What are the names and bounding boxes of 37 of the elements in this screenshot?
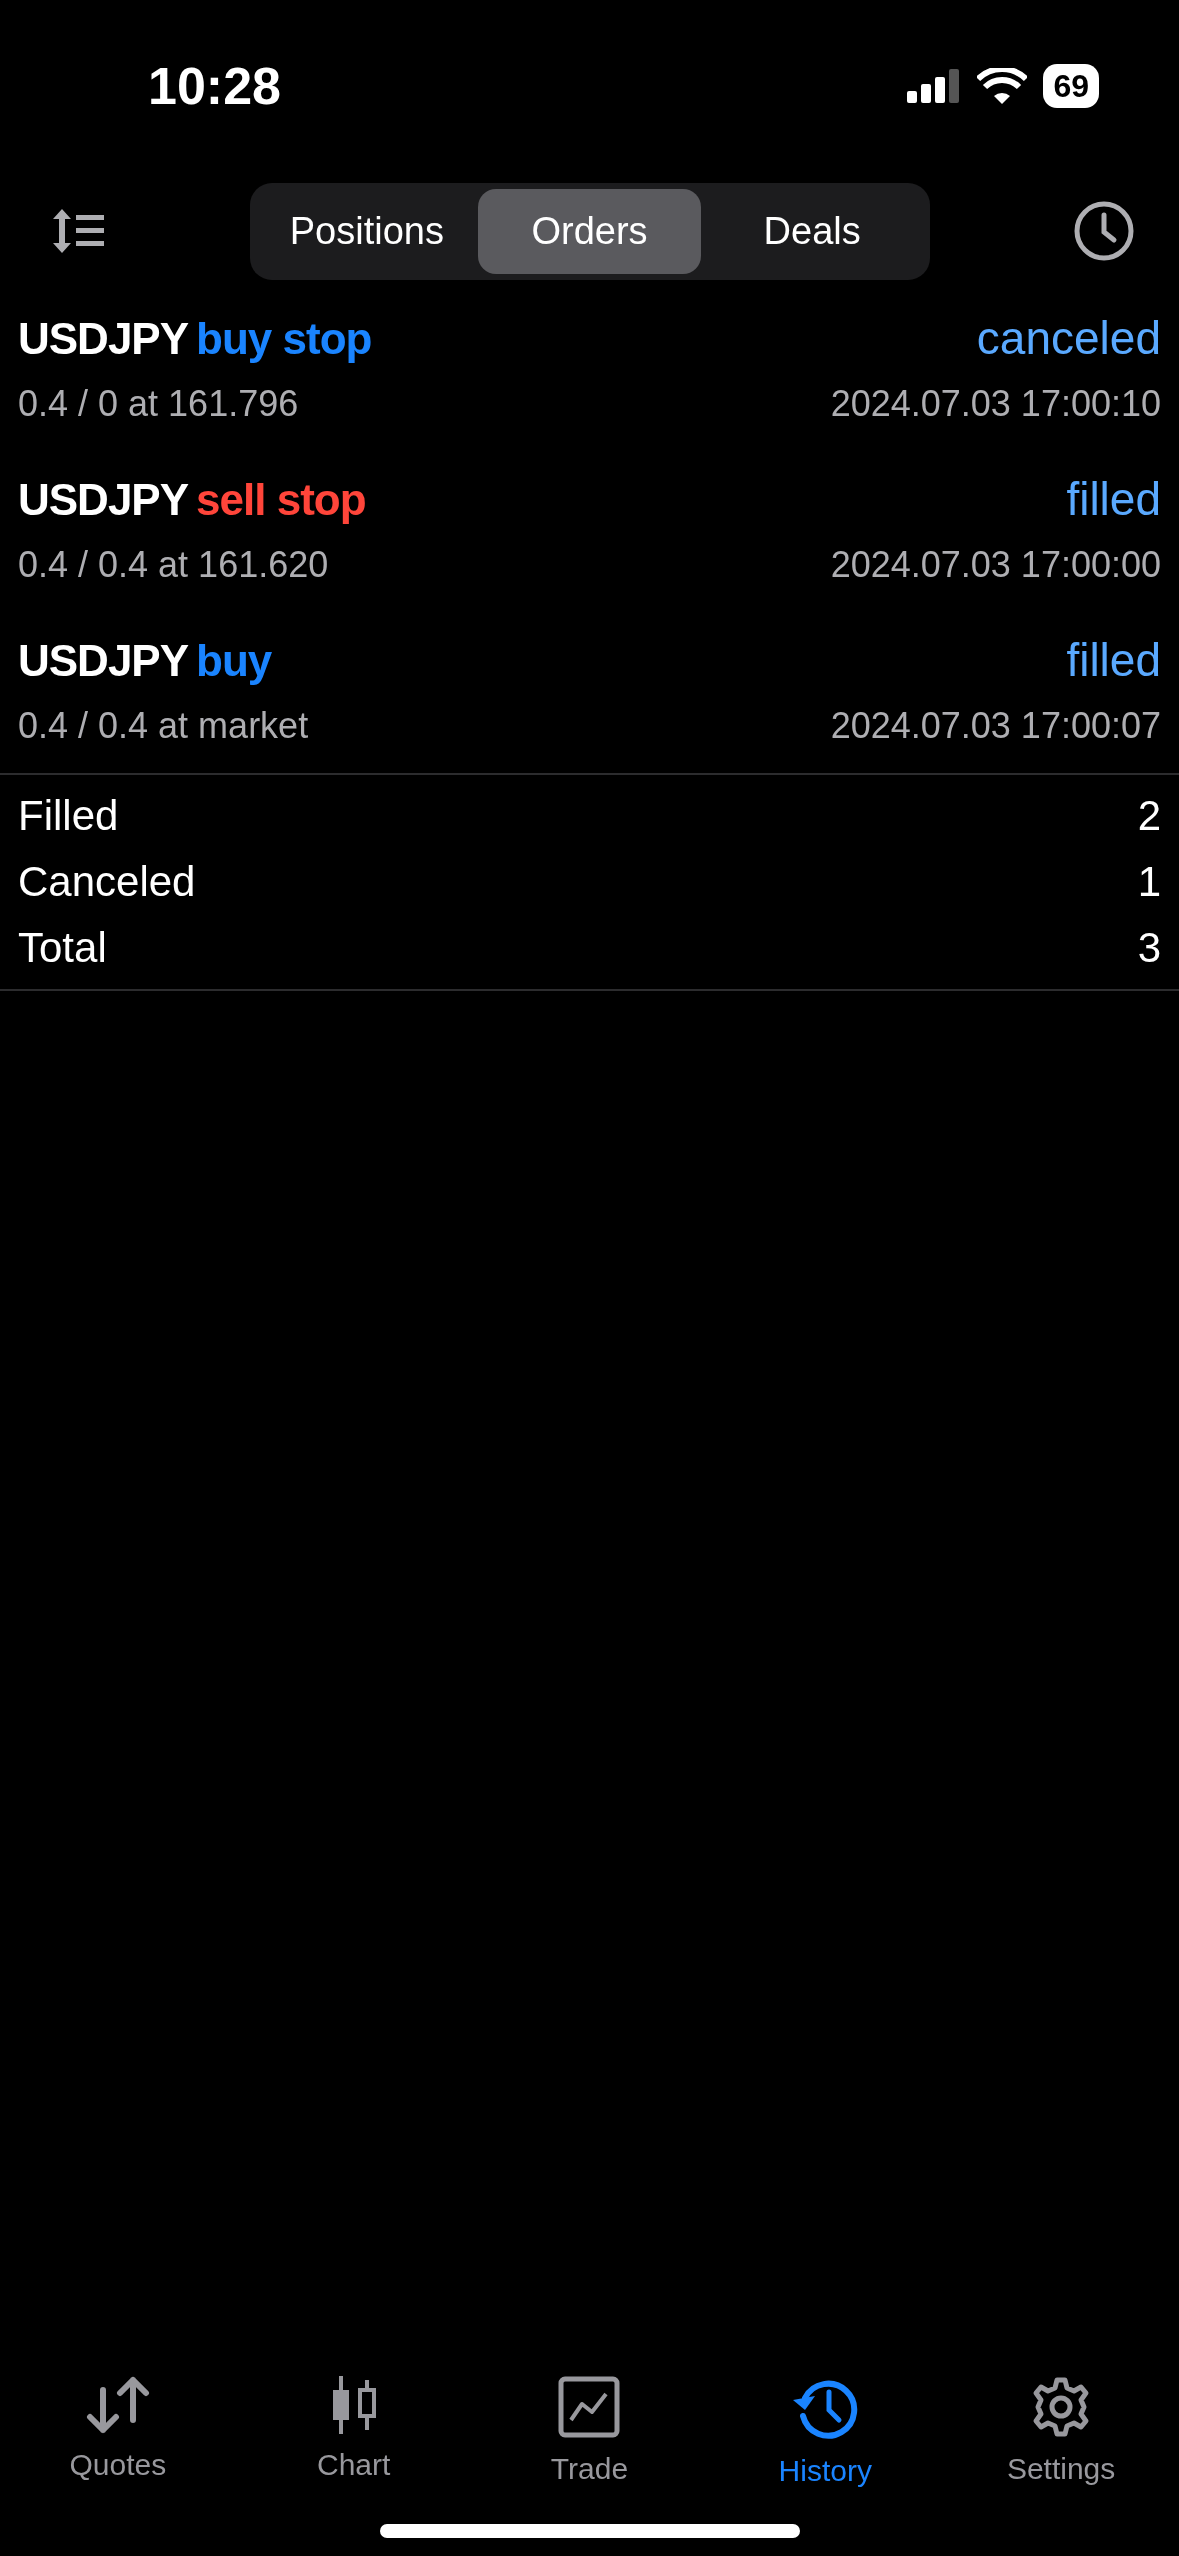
order-type: buy stop — [196, 313, 372, 365]
summary-label: Total — [18, 923, 107, 973]
battery-level: 69 — [1043, 64, 1099, 108]
tab-bar-item[interactable]: Settings — [956, 2375, 1167, 2494]
order-detail: 0.4 / 0 at 161.796 — [18, 382, 299, 426]
order-status: filled — [1066, 633, 1161, 688]
order-time: 2024.07.03 17:00:00 — [830, 543, 1161, 587]
summary-label: Canceled — [18, 857, 196, 907]
summary-value: 3 — [1137, 923, 1161, 973]
summary-value: 1 — [1137, 857, 1161, 907]
segment-tab[interactable]: Deals — [700, 188, 924, 274]
segment-tab[interactable]: Positions — [255, 188, 479, 274]
sort-icon[interactable] — [50, 207, 106, 255]
order-symbol: USDJPY — [18, 635, 189, 687]
order-detail: 0.4 / 0.4 at 161.620 — [18, 543, 329, 587]
order-time: 2024.07.03 17:00:07 — [830, 704, 1161, 748]
segment-tab[interactable]: Orders — [478, 188, 701, 274]
summary-label: Filled — [18, 791, 119, 841]
wifi-icon — [977, 68, 1028, 104]
order-detail: 0.4 / 0.4 at market — [18, 704, 309, 748]
signal-icon — [907, 69, 962, 103]
tab-bar-item[interactable]: Quotes — [12, 2375, 223, 2494]
order-status: canceled — [976, 311, 1161, 366]
order-time: 2024.07.03 17:00:10 — [830, 382, 1161, 426]
order-status: filled — [1066, 472, 1161, 527]
tab-bar-item[interactable]: Trade — [484, 2375, 695, 2494]
line-chart-icon — [558, 2376, 621, 2438]
order-symbol: USDJPY — [18, 313, 189, 365]
clock-icon[interactable] — [1073, 200, 1135, 262]
summary-value: 2 — [1137, 791, 1161, 841]
order-type: buy — [196, 635, 272, 687]
order-type: sell stop — [196, 474, 366, 526]
tab-bar-item[interactable]: Chart — [248, 2375, 459, 2494]
arrows-icon — [84, 2376, 151, 2434]
status-time: 10:28 — [148, 56, 281, 117]
tab-bar-item[interactable]: History — [720, 2375, 931, 2494]
order-symbol: USDJPY — [18, 474, 189, 526]
